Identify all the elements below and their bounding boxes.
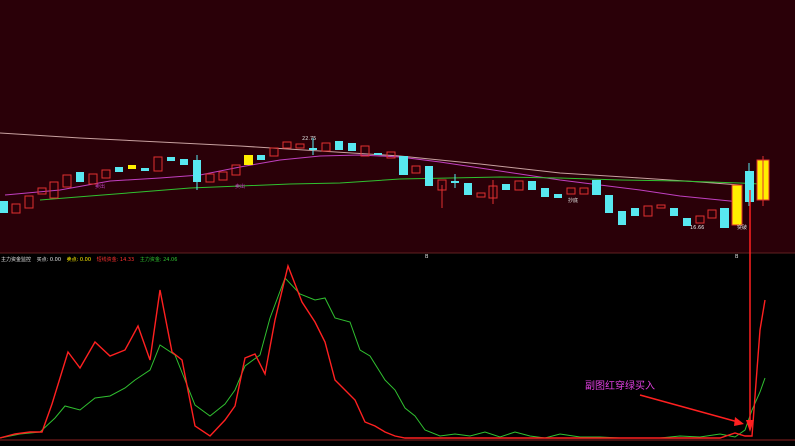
price-low-label: 16.66 — [690, 225, 704, 231]
candle — [257, 155, 265, 160]
price-high-label: 22.75 — [302, 136, 316, 142]
candle — [605, 195, 613, 213]
legend-main-fund: 主力资金: 24.06 — [139, 257, 178, 263]
indicator-legend: 主力资金监控 买点: 0.00 卖点: 0.00 短线资金: 14.33 主力资… — [1, 256, 181, 264]
candle — [141, 168, 149, 171]
candle — [554, 194, 562, 198]
candle — [167, 157, 175, 161]
buy-signal-annotation: 副图红穿绿买入 — [585, 381, 655, 392]
candle — [180, 159, 188, 165]
candle — [670, 208, 678, 216]
axis-marker: B — [735, 254, 739, 260]
candle — [618, 211, 626, 225]
candle — [335, 141, 343, 150]
candle — [76, 172, 84, 182]
candle — [348, 143, 356, 151]
price-mark-c: 抄底 — [568, 197, 578, 204]
candle — [464, 183, 472, 195]
price-mark-d: 突破 — [737, 224, 747, 231]
candle — [631, 208, 639, 216]
candle — [244, 155, 253, 165]
candle — [541, 188, 549, 197]
stock-chart: 22.75 16.66 卖出 卖出 抄底 突破 B B — [0, 0, 795, 446]
price-mark-a: 卖出 — [95, 183, 105, 190]
candle — [425, 166, 433, 186]
candle — [399, 156, 408, 175]
candle — [502, 184, 510, 190]
legend-prefix: 主力资金监控 — [1, 257, 32, 263]
price-mark-b: 卖出 — [235, 183, 245, 190]
legend-short-fund: 短线资金: 14.33 — [96, 257, 135, 263]
axis-marker: B — [425, 254, 429, 260]
legend-buy-point: 买点: 0.00 — [36, 257, 62, 263]
candle — [592, 180, 601, 195]
candle — [731, 184, 743, 226]
candle — [115, 167, 123, 172]
candle — [0, 201, 8, 213]
candle — [374, 153, 382, 155]
candle — [128, 165, 136, 169]
legend-sell-point: 卖点: 0.00 — [66, 257, 92, 263]
candle — [528, 181, 536, 190]
candle — [720, 208, 729, 228]
indicator-panel — [0, 253, 795, 446]
